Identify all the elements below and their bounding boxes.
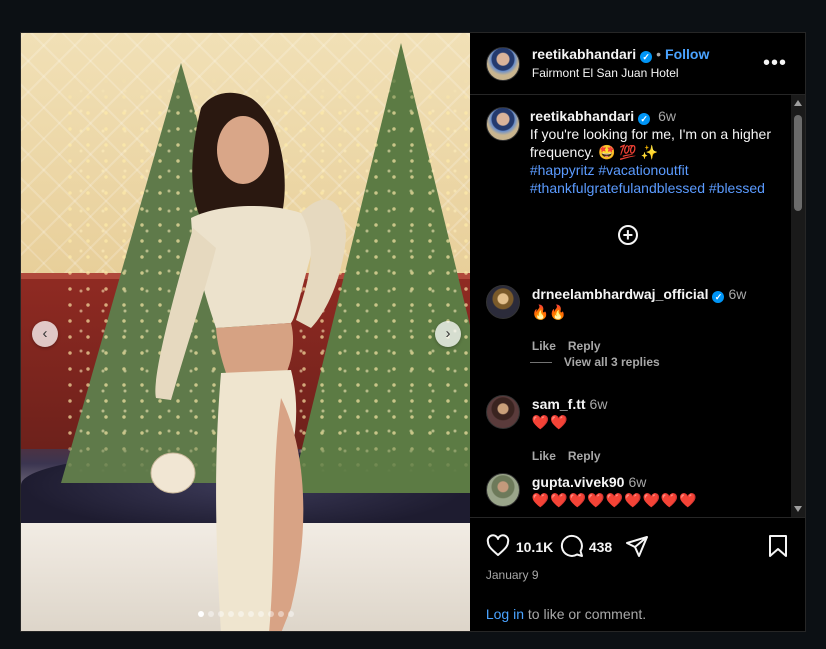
view-replies-button[interactable]: View all 3 replies: [529, 355, 660, 369]
carousel-dot: [288, 611, 294, 617]
post-side-panel: reetikabhandari ✓ • Follow Fairmont El San …: [469, 33, 805, 631]
comment-time[interactable]: 6w: [628, 474, 646, 490]
caption-hashtags-2[interactable]: #thankfulgratefulandblessed #blessed: [530, 179, 786, 197]
comments-list: reetikabhandari ✓ 6w If you're looking for…: [470, 95, 805, 517]
woman-figure: [150, 92, 346, 631]
chevron-left-icon[interactable]: ‹: [32, 321, 58, 347]
scroll-down-arrow-icon[interactable]: [794, 506, 802, 512]
author-info: reetikabhandari ✓ • Follow Fairmont El San …: [532, 45, 710, 82]
heart-icon[interactable]: [486, 534, 510, 558]
scroll-thumb[interactable]: [794, 115, 802, 211]
author-username[interactable]: reetikabhandari: [532, 46, 636, 62]
comment-count[interactable]: 438: [589, 539, 612, 555]
comment-like-button[interactable]: Like: [532, 449, 556, 463]
author-avatar[interactable]: [485, 46, 520, 81]
carousel-dot: [258, 611, 264, 617]
carousel-indicator: [21, 611, 470, 617]
comment-like-button[interactable]: Like: [532, 339, 556, 353]
post-actions-bar: 10.1K 438 January 9 Log in to like or co…: [469, 517, 805, 631]
follow-button[interactable]: Follow: [665, 46, 709, 62]
carousel-dot: [248, 611, 254, 617]
comment-text: ❤️❤️: [531, 414, 569, 430]
comment-icon[interactable]: [560, 534, 584, 558]
separator-dot: •: [656, 46, 662, 62]
carousel-dot: [218, 611, 224, 617]
post-photo[interactable]: ‹ ›: [21, 33, 470, 631]
comment-text: 🔥🔥: [531, 304, 567, 320]
comment-avatar[interactable]: [485, 285, 520, 319]
comment-item: drneelambhardwaj_official ✓ 6w 🔥🔥 Like Repl…: [485, 285, 786, 355]
comment-item: gupta.vivek90 6w ❤️❤️❤️❤️❤️❤️❤️❤️❤️: [485, 473, 786, 509]
comment-body: drneelambhardwaj_official ✓ 6w 🔥🔥 Like Repl…: [532, 285, 747, 355]
post-header: reetikabhandari ✓ • Follow Fairmont El San …: [469, 33, 805, 95]
caption-time[interactable]: 6w: [658, 108, 676, 124]
carousel-dot: [228, 611, 234, 617]
comment-item: sam_f.tt 6w ❤️❤️ Like Reply: [485, 395, 786, 465]
comment-actions: Like Reply: [532, 447, 613, 465]
view-replies-label[interactable]: View all 3 replies: [564, 355, 660, 369]
carousel-dot: [238, 611, 244, 617]
login-link[interactable]: Log in: [486, 606, 524, 622]
verified-badge-icon: ✓: [638, 113, 651, 125]
caption-text: If you're looking for me, I'm on a highe…: [529, 126, 771, 160]
comment-time[interactable]: 6w: [590, 396, 608, 412]
comments-scrollbar[interactable]: [791, 95, 805, 517]
comment-username[interactable]: drneelambhardwaj_official: [532, 286, 709, 302]
comment-text: ❤️❤️❤️❤️❤️❤️❤️❤️❤️: [531, 492, 698, 508]
carousel-dot: [198, 611, 204, 617]
carousel-dot: [208, 611, 214, 617]
carousel-dot: [278, 611, 284, 617]
chevron-right-icon[interactable]: ›: [435, 321, 461, 347]
comment-reply-button[interactable]: Reply: [568, 339, 601, 353]
comment-reply-button[interactable]: Reply: [568, 449, 601, 463]
location-link[interactable]: Fairmont El San Juan Hotel: [532, 64, 710, 82]
login-prompt: Log in to like or comment.: [486, 606, 646, 622]
caption-body: reetikabhandari ✓ 6w If you're looking for…: [530, 107, 786, 197]
comment-avatar[interactable]: [485, 395, 520, 429]
more-horizontal-icon[interactable]: •••: [763, 53, 787, 73]
comment-username[interactable]: gupta.vivek90: [532, 474, 625, 490]
post-modal: ‹ › reetikabhandari ✓ • Follow Fairmont El …: [20, 32, 806, 632]
scroll-up-arrow-icon[interactable]: [794, 100, 802, 106]
post-caption: reetikabhandari ✓ 6w If you're looking for…: [485, 107, 786, 197]
caption-avatar[interactable]: [485, 107, 520, 141]
comment-avatar[interactable]: [485, 473, 520, 507]
comment-body: gupta.vivek90 6w ❤️❤️❤️❤️❤️❤️❤️❤️❤️: [532, 473, 698, 509]
caption-hashtags-1[interactable]: #happyritz #vacationoutfit: [530, 161, 786, 179]
like-count[interactable]: 10.1K: [516, 539, 553, 555]
load-more-comments-button[interactable]: +: [617, 225, 638, 245]
bookmark-icon[interactable]: [767, 534, 789, 558]
send-icon[interactable]: [625, 534, 649, 558]
verified-badge-icon: ✓: [640, 51, 653, 63]
verified-badge-icon: ✓: [712, 291, 725, 303]
replies-divider: [529, 361, 552, 363]
post-date[interactable]: January 9: [486, 568, 539, 582]
caption-username[interactable]: reetikabhandari: [530, 108, 634, 124]
comment-actions: Like Reply: [532, 337, 747, 355]
carousel-dot: [268, 611, 274, 617]
login-prompt-text: to like or comment.: [524, 606, 647, 622]
comment-username[interactable]: sam_f.tt: [532, 396, 586, 412]
comment-time[interactable]: 6w: [728, 286, 746, 302]
comment-body: sam_f.tt 6w ❤️❤️ Like Reply: [532, 395, 613, 465]
